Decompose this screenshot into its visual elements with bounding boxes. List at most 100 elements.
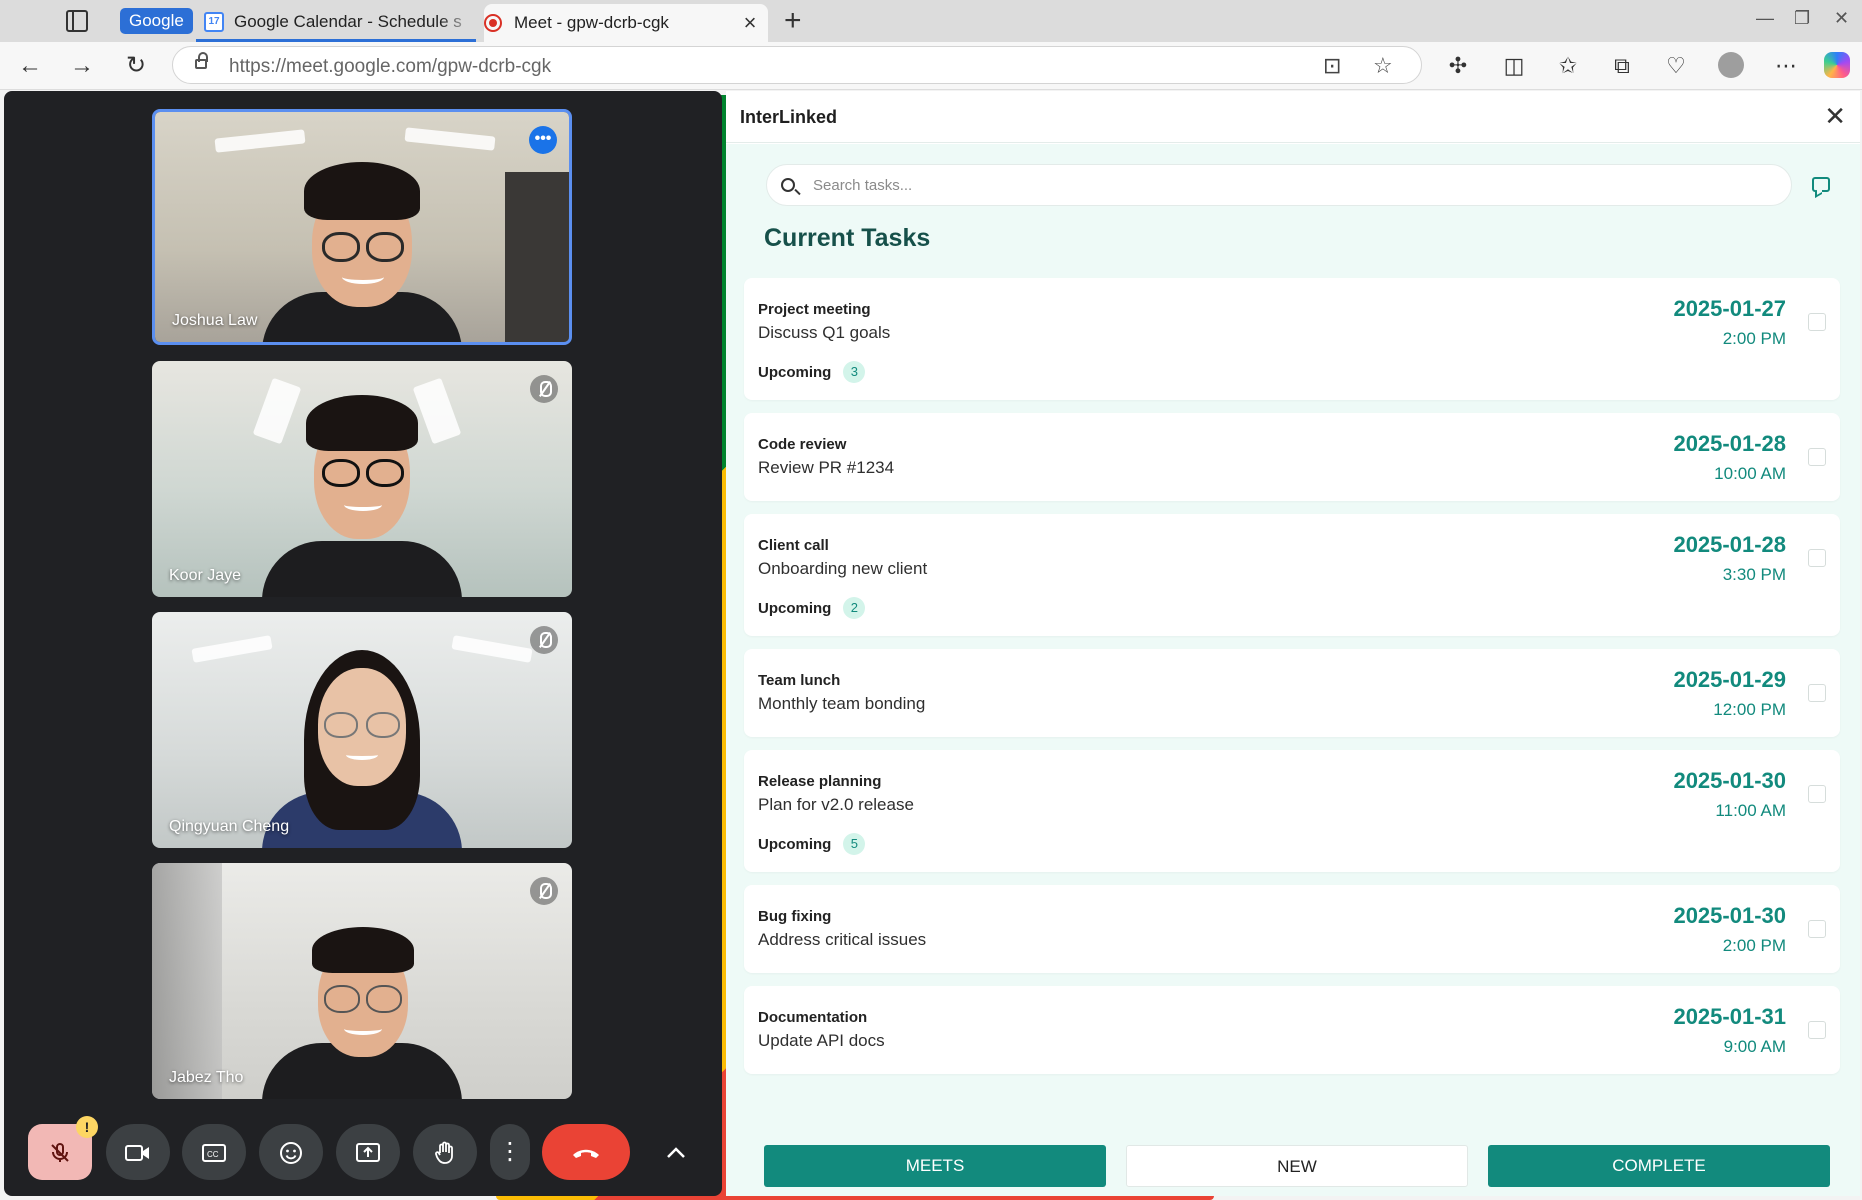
tab-title: Google Calendar - Schedule s [234,11,462,31]
raise-hand-button[interactable] [413,1124,477,1180]
task-date: 2025-01-29 [1673,667,1786,692]
task-checkbox[interactable] [1808,785,1826,803]
panel-actions: MEETS NEW COMPLETE [764,1145,1842,1187]
new-tab-icon[interactable]: + [784,4,802,38]
present-screen-button[interactable] [336,1124,400,1180]
interlinked-panel: InterLinked ✕ Current Tasks Project meet… [726,91,1860,1196]
browser-essentials-icon[interactable]: ♡ [1662,52,1690,80]
participant-tile[interactable]: ••• Joshua Law [152,109,572,345]
task-card[interactable]: Release planning Plan for v2.0 release U… [744,750,1840,872]
task-description: Plan for v2.0 release [758,795,914,814]
new-task-button[interactable]: NEW [1126,1145,1468,1187]
url-text: https://meet.google.com/gpw-dcrb-cgk [229,56,552,77]
task-time: 2:00 PM [1722,329,1786,348]
camera-in-use-icon[interactable]: ⊡ [1323,53,1341,79]
collections-icon[interactable]: ⧉ [1608,52,1636,80]
participant-tile[interactable]: Koor Jaye [152,361,572,597]
task-card[interactable]: Project meeting Discuss Q1 goals Upcomin… [744,278,1840,400]
complete-button[interactable]: COMPLETE [1488,1145,1830,1187]
task-title: Code review [758,436,847,453]
task-card[interactable]: Client call Onboarding new client Upcomi… [744,514,1840,636]
emoji-icon [280,1141,302,1164]
task-description: Update API docs [758,1031,885,1050]
close-window-icon[interactable]: ✕ [1834,8,1849,29]
restore-icon[interactable]: ❐ [1794,8,1810,29]
task-checkbox[interactable] [1808,1021,1826,1039]
muted-mic-icon [530,375,558,403]
emoji-reaction-button[interactable] [259,1124,323,1180]
search-input[interactable] [813,174,1713,196]
task-description: Review PR #1234 [758,458,895,477]
close-icon[interactable]: ✕ [1824,101,1846,132]
search-box[interactable] [766,164,1792,206]
task-time: 11:00 AM [1715,801,1786,820]
camera-button[interactable] [106,1124,170,1180]
participant-name: Koor Jaye [169,567,242,584]
chevron-up-icon [667,1146,685,1158]
recording-icon [484,14,502,32]
captions-button[interactable]: CC [182,1124,246,1180]
task-description: Address critical issues [758,930,927,949]
task-card[interactable]: Bug fixing Address critical issues 2025-… [744,885,1840,973]
task-checkbox[interactable] [1808,448,1826,466]
task-date: 2025-01-27 [1673,296,1786,321]
participant-tile[interactable]: Jabez Tho [152,863,572,1099]
forward-icon[interactable]: → [66,50,98,82]
tab-title: Meet - gpw-dcrb-cgk [514,13,669,32]
task-time: 12:00 PM [1713,700,1786,719]
refresh-icon[interactable]: ↻ [120,50,152,82]
minimize-icon[interactable]: — [1756,8,1774,29]
task-checkbox[interactable] [1808,920,1826,938]
task-count-badge: 5 [843,833,866,855]
profile-avatar[interactable] [1718,52,1744,78]
tab-actions-icon[interactable] [66,10,88,32]
task-date: 2025-01-31 [1673,1004,1786,1029]
task-title: Release planning [758,773,882,790]
participant-name: Qingyuan Cheng [169,818,290,835]
task-date: 2025-01-28 [1673,431,1786,456]
raise-hand-icon [435,1141,453,1164]
video-feed [152,612,572,848]
address-bar[interactable]: https://meet.google.com/gpw-dcrb-cgk ⊡ ☆ [172,46,1422,84]
favorites-icon[interactable]: ✩ [1554,52,1582,80]
meets-button[interactable]: MEETS [764,1145,1106,1187]
task-card[interactable]: Code review Review PR #1234 2025-01-28 1… [744,413,1840,501]
task-time: 2:00 PM [1722,936,1786,955]
participant-name: Jabez Tho [169,1069,244,1086]
camera-icon [125,1144,149,1161]
task-date: 2025-01-28 [1673,532,1786,557]
browser-tab-bar: Google 17 Google Calendar - Schedule s M… [0,0,1862,1200]
tab-google-calendar[interactable]: 17 Google Calendar - Schedule s [196,4,476,42]
panel-title: InterLinked [740,107,838,127]
lock-icon[interactable] [195,52,208,69]
tab-google-meet[interactable]: Meet - gpw-dcrb-cgk × [484,4,1214,1200]
search-icon [781,178,795,192]
task-status: Upcoming 5 [758,832,866,856]
more-options-icon[interactable]: ⋯ [1772,52,1800,80]
task-title: Client call [758,537,829,554]
tab-group-label[interactable]: Google [120,8,193,34]
task-card[interactable]: Documentation Update API docs 2025-01-31… [744,986,1840,1074]
extensions-icon[interactable]: ✣ [1444,52,1472,80]
task-checkbox[interactable] [1808,313,1826,331]
task-checkbox[interactable] [1808,684,1826,702]
favorite-star-icon[interactable]: ☆ [1373,53,1393,79]
task-date: 2025-01-30 [1673,903,1786,928]
task-card[interactable]: Team lunch Monthly team bonding 2025-01-… [744,649,1840,737]
split-screen-icon[interactable]: ◫ [1500,52,1528,80]
copilot-icon[interactable] [1824,52,1850,78]
more-options-button[interactable]: ⋮ [490,1124,530,1180]
muted-mic-icon [530,626,558,654]
more-options-icon[interactable]: ••• [529,126,557,154]
task-status: Upcoming 2 [758,596,866,620]
expand-controls-button[interactable] [644,1124,708,1180]
present-screen-icon [356,1142,380,1162]
leave-call-button[interactable] [542,1124,630,1180]
task-checkbox[interactable] [1808,549,1826,567]
chat-icon[interactable] [1812,177,1830,192]
video-feed [152,361,572,597]
participant-tile[interactable]: Qingyuan Cheng [152,612,572,848]
close-tab-icon[interactable]: × [738,10,762,36]
back-icon[interactable]: ← [14,50,46,82]
task-time: 9:00 AM [1723,1037,1786,1056]
